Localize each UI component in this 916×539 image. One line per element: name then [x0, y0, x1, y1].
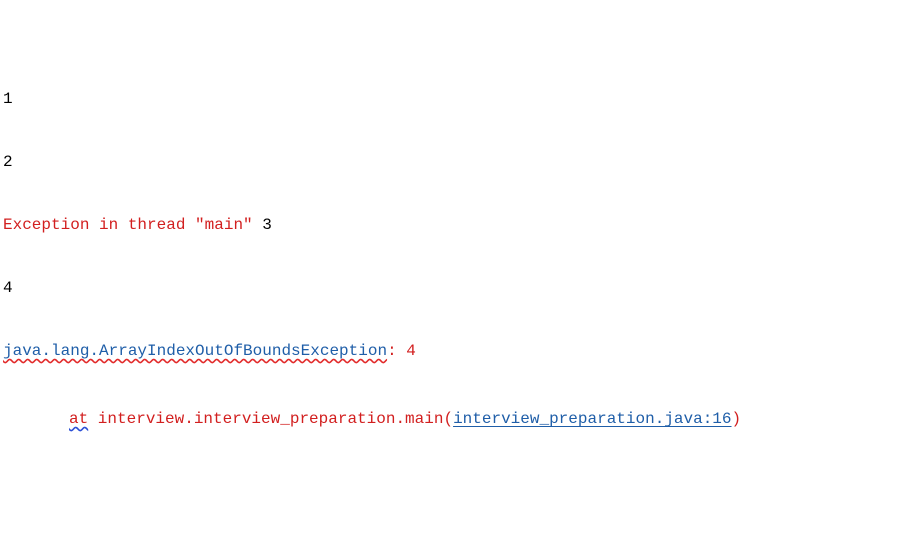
output-line-3: Exception in thread "main" 3	[3, 215, 741, 236]
exception-separator: :	[387, 342, 397, 360]
output-value-3: 3	[262, 216, 272, 234]
console-output: 1 2 Exception in thread "main" 3 4 java.…	[3, 47, 741, 455]
output-line-2: 2	[3, 153, 13, 171]
stack-trace-close-paren: )	[731, 410, 742, 428]
stack-trace-line: at interview.interview_preparation.main(…	[3, 404, 741, 434]
stack-trace-method: interview.interview_preparation.main(	[88, 410, 454, 428]
exception-class-link[interactable]: java.lang.ArrayIndexOutOfBoundsException	[3, 342, 387, 360]
output-line-1: 1	[3, 90, 13, 108]
stack-trace-at: at	[69, 410, 89, 428]
exception-header: Exception in thread "main"	[3, 216, 263, 234]
exception-message: 4	[396, 342, 416, 360]
output-line-4: 4	[3, 279, 13, 297]
stack-trace-location-link[interactable]: interview_preparation.java:16	[453, 410, 731, 428]
exception-line: java.lang.ArrayIndexOutOfBoundsException…	[3, 341, 741, 362]
